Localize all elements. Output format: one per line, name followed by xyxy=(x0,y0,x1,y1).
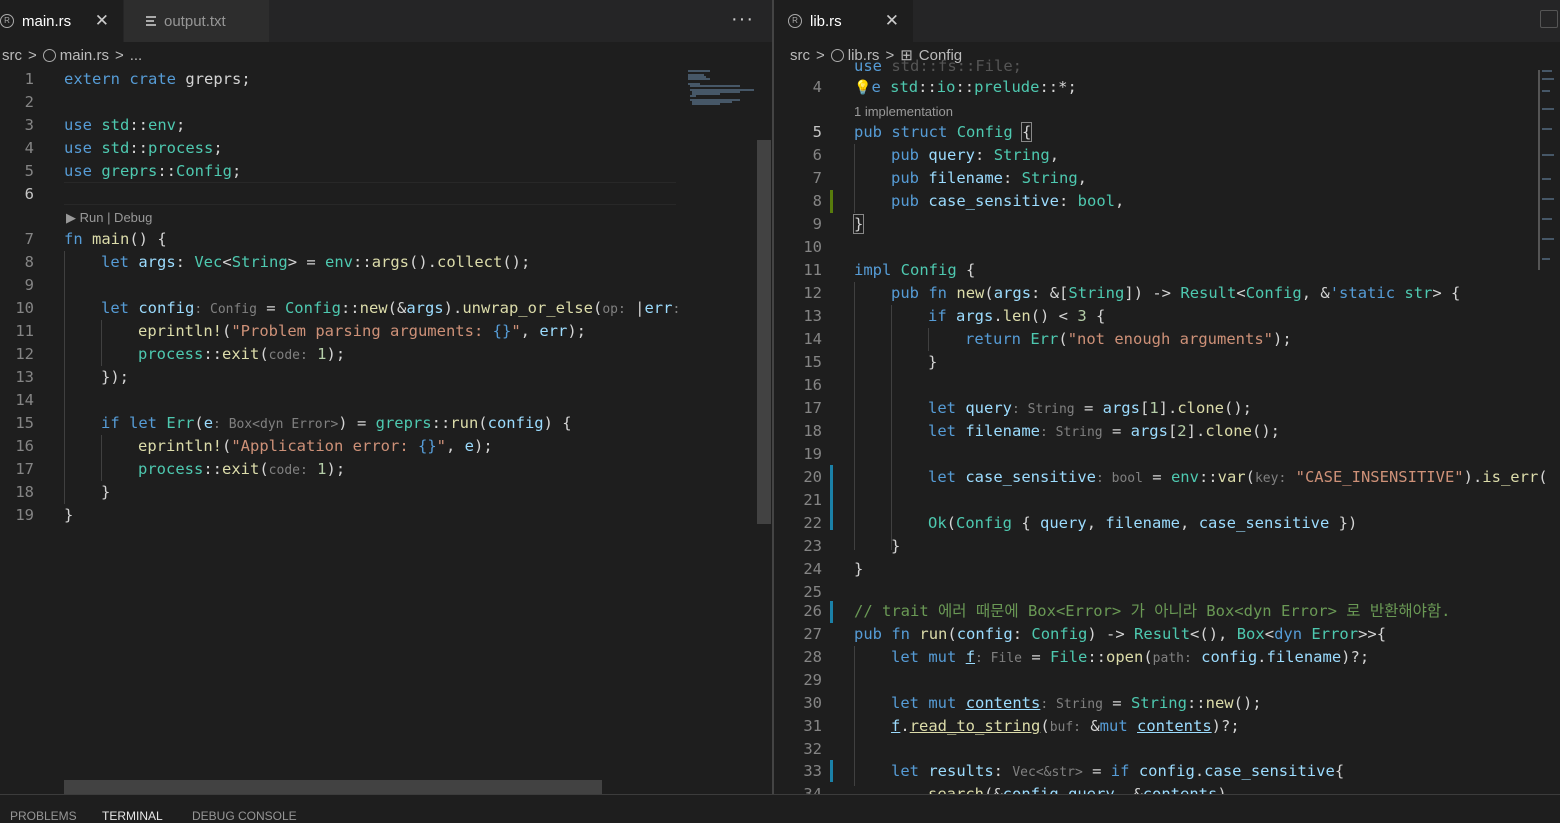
breadcrumb-separator: > xyxy=(114,46,124,64)
close-icon[interactable]: ✕ xyxy=(885,11,899,31)
code-line: let config: Config = Config::new(&args).… xyxy=(101,299,681,317)
tab-terminal[interactable]: TERMINAL xyxy=(102,809,163,823)
run-debug-codelens[interactable]: ▶ Run | Debug xyxy=(66,208,152,228)
code-line: let mut contents: String = String::new()… xyxy=(891,694,1262,712)
code-line: } xyxy=(64,506,74,524)
minimap[interactable] xyxy=(680,68,756,794)
line-number: 29 xyxy=(803,671,822,689)
code-line: if let Err(e: Box<dyn Error>) = greprs::… xyxy=(101,414,572,432)
breadcrumb-file[interactable]: main.rs xyxy=(60,47,109,64)
code-line: process::exit(code: 1); xyxy=(138,345,346,363)
code-line: }); xyxy=(101,368,129,386)
code-line: pub fn new(args: &[String]) -> Result<Co… xyxy=(891,284,1461,302)
code-line: use std::process; xyxy=(64,139,223,157)
code-line: let case_sensitive: bool = env::var(key:… xyxy=(928,468,1548,486)
code-line: } xyxy=(891,537,901,555)
code-line: } xyxy=(854,560,864,578)
code-line-partial: use std::fs::File; xyxy=(854,57,1022,75)
breadcrumb: src > main.rs > ... xyxy=(0,42,772,68)
tab-problems[interactable]: PROBLEMS xyxy=(10,809,77,823)
vertical-scrollbar[interactable] xyxy=(757,140,771,524)
line-number: 9 xyxy=(24,276,34,294)
code-line: let args: Vec<String> = env::args().coll… xyxy=(101,253,531,271)
tab-debug-console[interactable]: DEBUG CONSOLE xyxy=(192,809,297,823)
line-number: 32 xyxy=(803,740,822,758)
line-number: 14 xyxy=(15,391,34,409)
rust-icon: R xyxy=(788,14,802,28)
breadcrumb-symbol[interactable]: ... xyxy=(130,47,143,64)
code-line: Ok(Config { query, filename, case_sensit… xyxy=(928,514,1358,532)
code-line: let query: String = args[1].clone(); xyxy=(928,399,1252,417)
left-tab-bar: R main.rs ✕ output.txt ··· xyxy=(0,0,772,42)
rust-icon: R xyxy=(0,14,14,28)
implementations-codelens[interactable]: 1 implementation xyxy=(854,102,953,122)
code-line: impl Config { xyxy=(854,261,976,279)
tab-main-rs[interactable]: R main.rs ✕ xyxy=(0,0,124,42)
code-line: pub case_sensitive: bool, xyxy=(891,192,1125,210)
indent-guide xyxy=(64,251,65,504)
minimap[interactable] xyxy=(1540,68,1556,794)
code-line: eprintln!("Application error: {}", e); xyxy=(138,437,493,455)
line-number: 6 xyxy=(24,185,34,203)
line-number: 2 xyxy=(24,93,34,111)
code-editor-lib-rs[interactable]: 4 5 6 7 8 9 10 11 12 13 14 15 16 17 18 1… xyxy=(774,57,1560,794)
indent-guide xyxy=(101,435,102,481)
code-line-partial: search(&config.query, &contents) xyxy=(928,785,1227,794)
tab-label: lib.rs xyxy=(810,12,842,30)
code-line: let filename: String = args[2].clone(); xyxy=(928,422,1280,440)
line-number: 10 xyxy=(803,238,822,256)
tab-lib-rs[interactable]: R lib.rs ✕ xyxy=(774,0,914,42)
vertical-scrollbar[interactable] xyxy=(1538,70,1540,270)
breadcrumb-separator: > xyxy=(28,46,37,64)
breadcrumb-src[interactable]: src xyxy=(2,47,22,64)
code-line: let mut f: File = File::open(path: confi… xyxy=(891,648,1370,666)
line-number: 19 xyxy=(803,445,822,463)
code-line: process::exit(code: 1); xyxy=(138,460,346,478)
right-tab-bar: R lib.rs ✕ xyxy=(774,0,1560,42)
line-number: 21 xyxy=(803,491,822,509)
horizontal-scrollbar[interactable] xyxy=(64,780,602,794)
code-line: fn main() { xyxy=(64,230,167,248)
code-line: pub query: String, xyxy=(891,146,1060,164)
code-line: if args.len() < 3 { xyxy=(928,307,1106,325)
rust-icon xyxy=(42,48,56,62)
code-line: extern crate greprs; xyxy=(64,70,251,88)
tab-label: output.txt xyxy=(164,12,226,30)
code-line: pub filename: String, xyxy=(891,169,1088,187)
split-editor-icon[interactable] xyxy=(1540,10,1558,28)
code-line: let results: Vec<&str> = if config.case_… xyxy=(891,762,1345,780)
code-line: } xyxy=(852,214,865,234)
close-icon[interactable]: ✕ xyxy=(95,11,109,31)
code-editor-main-rs[interactable]: 1 2 3 4 5 6 7 8 9 10 11 12 13 14 15 16 1… xyxy=(0,68,772,794)
tab-output-txt[interactable]: output.txt xyxy=(124,0,270,42)
lightbulb-icon[interactable]: 💡 xyxy=(854,80,871,96)
code-line: } xyxy=(928,353,938,371)
indent-guide xyxy=(101,320,102,366)
code-line: return Err("not enough arguments"); xyxy=(965,330,1292,348)
code-line: } xyxy=(101,483,111,501)
more-actions-icon[interactable]: ··· xyxy=(731,8,754,31)
code-line: eprintln!("Problem parsing arguments: {}… xyxy=(138,322,586,340)
code-line: use greprs::Config; xyxy=(64,162,242,180)
code-line: pub fn run(config: Config) -> Result<(),… xyxy=(854,625,1387,643)
code-line: pub struct Config { xyxy=(854,122,1033,142)
bottom-panel-tabs: PROBLEMS TERMINAL DEBUG CONSOLE xyxy=(0,794,1560,823)
tab-label: main.rs xyxy=(22,12,72,30)
line-number: 16 xyxy=(803,376,822,394)
left-editor-group: R main.rs ✕ output.txt ··· src > main.rs… xyxy=(0,0,772,794)
code-line: use std::env; xyxy=(64,116,186,134)
code-line: f.read_to_string(buf: &mut contents)?; xyxy=(891,717,1240,735)
right-editor-group: R lib.rs ✕ src > lib.rs > ⊞ Config 4 5 6… xyxy=(774,0,1560,794)
text-file-icon xyxy=(146,16,156,26)
code-line: 💡e std::io::prelude::*; xyxy=(854,78,1077,96)
code-comment: // trait 에러 때문에 Box<Error> 가 아니라 Box<dyn… xyxy=(854,602,1451,620)
